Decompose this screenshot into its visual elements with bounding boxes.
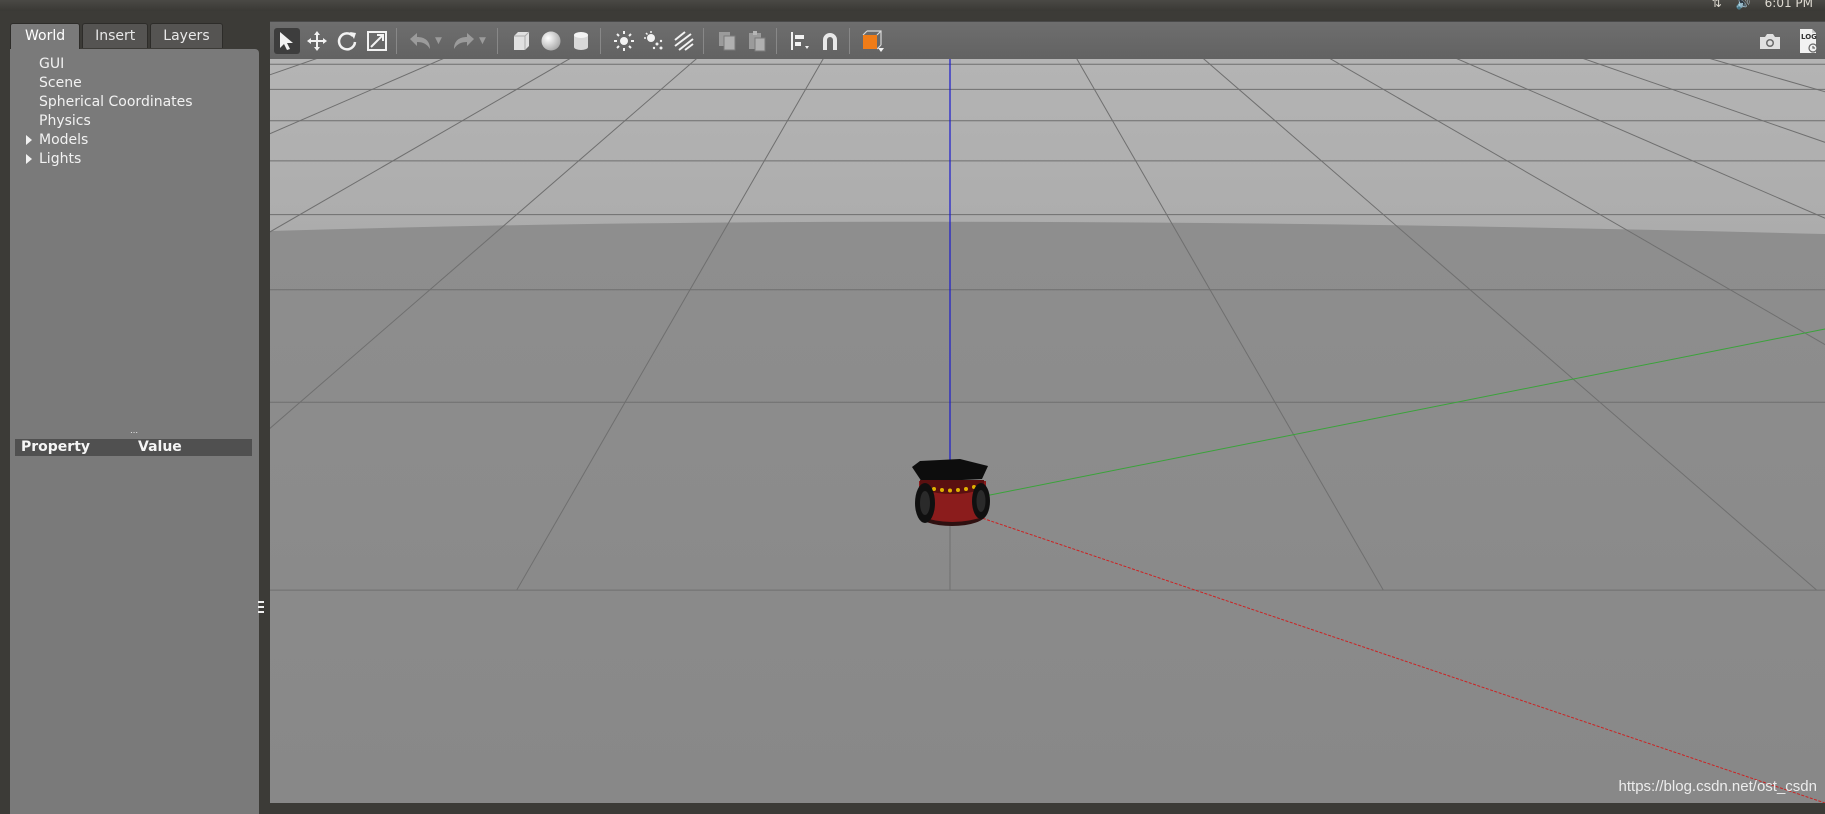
world-panel: GUI Scene Spherical Coordinates Physics …	[10, 49, 259, 814]
screenshot-camera-icon[interactable]	[1757, 28, 1783, 54]
main-toolbar: ▼ ▼ LOG	[270, 21, 1825, 60]
sphere-shape-icon[interactable]	[538, 28, 564, 54]
toolbar-separator	[776, 28, 777, 54]
toolbar-separator	[497, 28, 498, 54]
tree-item-label: GUI	[39, 56, 65, 72]
point-light-icon[interactable]	[611, 28, 637, 54]
log-icon[interactable]: LOG	[1795, 28, 1821, 54]
redo-dropdown-chevron-icon[interactable]: ▼	[479, 36, 491, 46]
robot-model[interactable]	[912, 459, 990, 526]
tab-world[interactable]: World	[10, 23, 81, 49]
toolbar-separator	[703, 28, 704, 54]
box-shape-icon[interactable]	[508, 28, 534, 54]
tree-item-label: Models	[39, 132, 89, 148]
select-arrow-icon[interactable]	[274, 28, 300, 54]
undo-icon[interactable]	[407, 28, 433, 54]
undo-dropdown-chevron-icon[interactable]: ▼	[435, 36, 447, 46]
scene-canvas[interactable]	[270, 59, 1825, 803]
property-table-header: Property Value	[15, 439, 252, 456]
system-tray: ⇅ 🔊 6:01 PM	[1712, 0, 1813, 10]
tree-item-label: Physics	[39, 113, 91, 129]
network-icon[interactable]: ⇅	[1712, 0, 1722, 10]
world-tree: GUI Scene Spherical Coordinates Physics …	[10, 55, 259, 169]
toolbar-right-group: LOG	[1757, 22, 1825, 60]
system-top-bar: ⇅ 🔊 6:01 PM	[0, 0, 1825, 11]
toolbar-separator	[849, 28, 850, 54]
toolbar-separator	[600, 28, 601, 54]
align-icon[interactable]	[787, 28, 813, 54]
volume-icon[interactable]: 🔊	[1736, 0, 1751, 10]
expand-arrow-icon[interactable]	[26, 135, 32, 145]
tree-item-label: Scene	[39, 75, 82, 91]
panel-tabs: World Insert Layers	[10, 23, 225, 49]
property-column-header[interactable]: Property	[21, 439, 90, 456]
tree-item-spherical-coordinates[interactable]: Spherical Coordinates	[10, 93, 259, 112]
translate-icon[interactable]	[304, 28, 330, 54]
log-icon-label: LOG	[1801, 33, 1817, 41]
rotate-icon[interactable]	[334, 28, 360, 54]
scene-viewport[interactable]: https://blog.csdn.net/ost_csdn	[270, 59, 1825, 803]
cylinder-shape-icon[interactable]	[568, 28, 594, 54]
tab-layers[interactable]: Layers	[150, 23, 223, 48]
tree-item-lights[interactable]: Lights	[10, 150, 259, 169]
directional-light-icon[interactable]	[671, 28, 697, 54]
view-angle-icon[interactable]	[860, 28, 886, 54]
ground-plane	[270, 221, 1825, 803]
paste-icon[interactable]	[744, 28, 770, 54]
value-column-header[interactable]: Value	[138, 439, 182, 456]
snap-magnet-icon[interactable]	[817, 28, 843, 54]
clock[interactable]: 6:01 PM	[1765, 0, 1813, 10]
tree-item-physics[interactable]: Physics	[10, 112, 259, 131]
redo-icon[interactable]	[451, 28, 477, 54]
toolbar-separator	[396, 28, 397, 54]
spot-light-icon[interactable]	[641, 28, 667, 54]
expand-arrow-icon[interactable]	[26, 154, 32, 164]
copy-icon[interactable]	[714, 28, 740, 54]
tree-item-scene[interactable]: Scene	[10, 74, 259, 93]
tab-insert[interactable]: Insert	[82, 23, 149, 48]
side-splitter-handle[interactable]	[258, 601, 264, 613]
tree-item-models[interactable]: Models	[10, 131, 259, 150]
left-panel: World Insert Layers GUI Scene Spherical …	[0, 11, 268, 814]
tree-item-gui[interactable]: GUI	[10, 55, 259, 74]
tree-item-label: Lights	[39, 151, 82, 167]
scale-icon[interactable]	[364, 28, 390, 54]
watermark: https://blog.csdn.net/ost_csdn	[1618, 778, 1817, 795]
panel-splitter-handle[interactable]: ⋯	[130, 429, 138, 437]
tree-item-label: Spherical Coordinates	[39, 94, 193, 110]
